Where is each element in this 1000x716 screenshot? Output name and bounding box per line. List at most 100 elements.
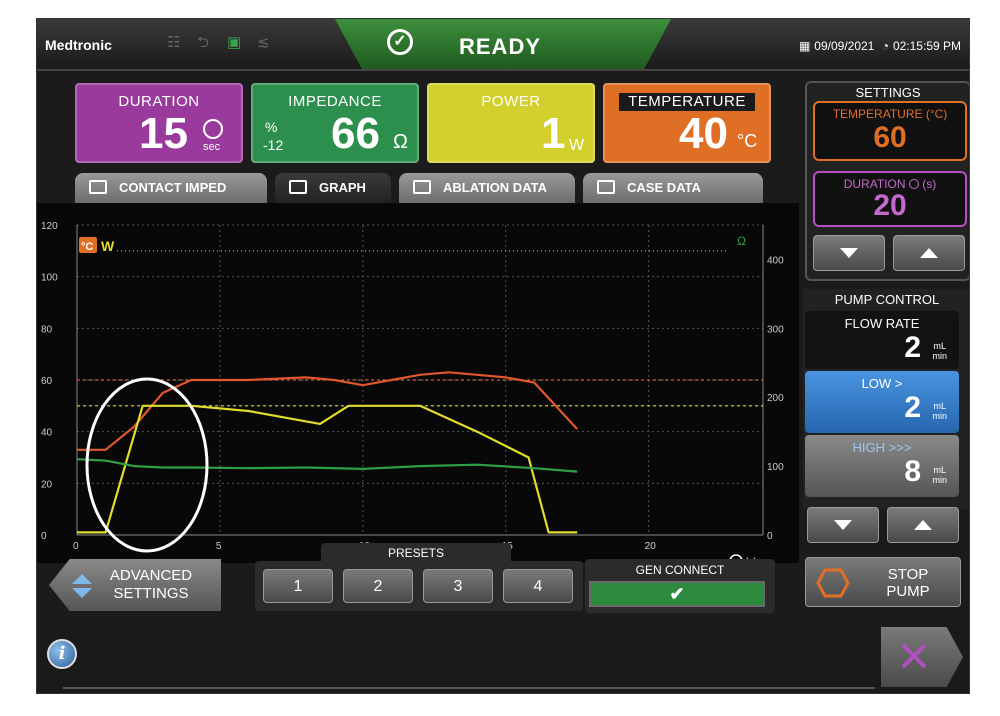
y-tick-right: 400 — [767, 255, 784, 266]
preset-2-button[interactable]: 2 — [343, 569, 413, 603]
y-tick-right: 100 — [767, 462, 784, 473]
y-tick-left: 40 — [41, 428, 53, 439]
y-tick-left: 0 — [41, 531, 47, 542]
pump-label: PUMP — [886, 583, 930, 600]
stop-pump-button[interactable]: STOP PUMP — [805, 557, 961, 607]
duration-label: DURATION — [118, 93, 200, 110]
x-tick: 0 — [73, 541, 79, 552]
flow-high-unit: mL min — [932, 465, 947, 485]
tab-case-data[interactable]: CASE DATA — [583, 173, 763, 203]
tab-label: CONTACT IMPED — [119, 180, 227, 195]
unit-bottom: min — [932, 351, 947, 361]
tab-graph[interactable]: GRAPH — [275, 173, 391, 203]
celsius-unit: °C — [737, 131, 758, 151]
impedance-delta: -12 — [263, 137, 284, 153]
pump-control-title: PUMP CONTROL — [834, 292, 940, 307]
stop-label: STOP — [887, 566, 929, 583]
impedance-label: IMPEDANCE — [288, 93, 382, 110]
flow-rate-unit: mL min — [932, 341, 947, 361]
status-text: READY — [459, 34, 542, 59]
network-icon: ☷ — [167, 34, 181, 51]
time-text: 02:15:59 PM — [892, 39, 961, 53]
flow-high-label: HIGH >>> — [852, 440, 912, 455]
y-tick-right: 0 — [767, 531, 773, 542]
x-tick: 20 — [645, 541, 657, 552]
gen-connect-status[interactable]: ✔ — [589, 581, 765, 607]
setting-duration[interactable]: DURATION (s) 20 — [813, 171, 967, 227]
arrow-up-icon — [914, 520, 932, 530]
settings-decrease-button[interactable] — [813, 235, 885, 271]
x-tick: 5 — [216, 541, 222, 552]
top-bar: Medtronic ☷ ⮌ ▣ ≲ ✓ READY ▦ 09/09/2021 ◔ 0… — [37, 19, 969, 71]
temperature-tile: TEMPERATURE 40 °C — [603, 83, 771, 163]
setting-temperature-value: 60 — [873, 121, 907, 154]
flow-low-button[interactable]: LOW > 2 mL min — [805, 371, 959, 433]
usb-icon: ⮌ — [197, 34, 210, 51]
status-banner: ✓ READY — [335, 19, 671, 69]
check-circle-icon: ✓ — [387, 29, 413, 55]
duration-unit: sec — [203, 141, 221, 153]
flow-high-value: 8 — [904, 455, 921, 488]
tab-label: CASE DATA — [627, 180, 701, 195]
message-line — [63, 687, 875, 689]
case-data-icon — [597, 180, 615, 194]
pump-decrease-button[interactable] — [807, 507, 879, 543]
setting-temperature-label: TEMPERATURE (°C) — [832, 107, 948, 121]
device-screen: Medtronic ☷ ⮌ ▣ ≲ ✓ READY ▦ 09/09/2021 ◔ 0… — [36, 18, 970, 694]
settings-label: SETTINGS — [113, 585, 189, 602]
gen-connect-panel: GEN CONNECT ✔ — [585, 559, 775, 613]
gen-connect-label: GEN CONNECT — [635, 563, 725, 577]
tools-button[interactable] — [881, 627, 963, 687]
clock-icon: ◔ — [881, 39, 889, 53]
signal-icon: ≲ — [257, 34, 270, 51]
graph-panel: 020406080100120010020030040005101520 °C … — [37, 203, 799, 563]
setting-temperature[interactable]: TEMPERATURE (°C) 60 — [813, 101, 967, 161]
unit-top: mL — [933, 341, 946, 351]
duration-tile: DURATION 15 sec — [75, 83, 243, 163]
impedance-value: 66 — [331, 109, 380, 158]
pump-control-panel: PUMP CONTROL FLOW RATE 2 mL min LOW > 2 m… — [803, 289, 969, 509]
advanced-label: ADVANCED — [109, 567, 193, 584]
settings-increase-button[interactable] — [893, 235, 965, 271]
unit-top: mL — [933, 401, 946, 411]
flow-rate-value: 2 — [904, 331, 921, 364]
impedance-delta-label: % — [265, 119, 278, 135]
tools-icon — [901, 643, 927, 669]
presets-title: PRESETS — [321, 543, 511, 563]
info-icon[interactable]: i — [47, 639, 77, 669]
flow-high-button[interactable]: HIGH >>> 8 mL min — [805, 435, 959, 497]
arrow-up-icon — [920, 248, 938, 258]
preset-1-button[interactable]: 1 — [263, 569, 333, 603]
y-tick-left: 120 — [41, 221, 58, 232]
power-tile: POWER 1 W — [427, 83, 595, 163]
advanced-settings-button[interactable]: ADVANCED SETTINGS — [49, 559, 221, 611]
settings-panel: SETTINGS TEMPERATURE (°C) 60 DURATION (s… — [805, 81, 969, 281]
pump-increase-button[interactable] — [887, 507, 959, 543]
calendar-icon: ▦ — [798, 39, 811, 53]
presets-group: 1 2 3 4 — [255, 561, 583, 611]
power-unit: W — [569, 137, 585, 154]
y-tick-left: 20 — [41, 479, 53, 490]
legend-power: W — [101, 238, 115, 254]
timer-icon — [203, 119, 223, 139]
ablation-data-icon — [413, 180, 431, 194]
checkmark-icon: ✔ — [669, 584, 685, 604]
up-down-arrows-icon — [72, 574, 92, 598]
preset-4-button[interactable]: 4 — [503, 569, 573, 603]
flow-low-label: LOW > — [861, 376, 903, 391]
y-tick-right: 300 — [767, 324, 784, 335]
preset-3-button[interactable]: 3 — [423, 569, 493, 603]
ohm-unit: Ω — [393, 131, 408, 153]
duration-value: 15 — [139, 109, 188, 158]
tab-ablation-data[interactable]: ABLATION DATA — [399, 173, 575, 203]
contact-imped-icon — [89, 180, 107, 194]
tab-label: ABLATION DATA — [443, 180, 547, 195]
brand-logo: Medtronic — [45, 37, 112, 53]
tab-contact-imped[interactable]: CONTACT IMPED — [75, 173, 267, 203]
unit-bottom: min — [932, 475, 947, 485]
settings-title: SETTINGS — [855, 85, 921, 100]
power-value: 1 — [541, 109, 566, 158]
arrow-down-icon — [840, 248, 858, 258]
datetime: ▦ 09/09/2021 ◔ 02:15:59 PM — [795, 39, 961, 53]
arrow-down-icon — [834, 520, 852, 530]
